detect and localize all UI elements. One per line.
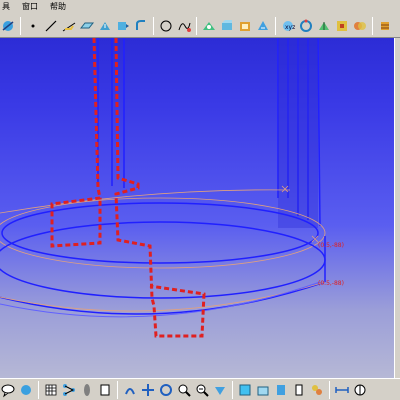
- pan-icon[interactable]: [122, 382, 138, 398]
- toolbar-separator: [372, 16, 373, 35]
- tree-icon[interactable]: [61, 382, 77, 398]
- spline-icon[interactable]: [176, 18, 192, 34]
- shaft-icon[interactable]: [115, 18, 131, 34]
- measure-between-icon[interactable]: [334, 382, 350, 398]
- chamfer-icon[interactable]: [201, 18, 217, 34]
- dashed-profile: [50, 38, 206, 338]
- circle-icon[interactable]: [158, 18, 174, 34]
- 3d-viewport[interactable]: (0.5,-88) (0.5,-88): [0, 38, 394, 378]
- pocket-icon[interactable]: [97, 18, 113, 34]
- thickness-icon[interactable]: [255, 18, 271, 34]
- toolbar-separator: [275, 16, 276, 35]
- toolbar-separator: [38, 380, 39, 399]
- svg-text:xyz: xyz: [285, 24, 295, 31]
- disc-base: [0, 221, 326, 318]
- sketch-icon[interactable]: [79, 382, 95, 398]
- fillet-icon[interactable]: [133, 18, 149, 34]
- cad-scene: [0, 38, 326, 338]
- annotation-right-bottom: (0.5,-88): [318, 280, 344, 287]
- toolbar-separator: [153, 16, 154, 35]
- bottom-toolbar: [0, 378, 400, 400]
- toolbar-separator: [196, 16, 197, 35]
- menu-window[interactable]: 窗口: [20, 0, 40, 14]
- polyline-icon[interactable]: [61, 18, 77, 34]
- annotation-right-top: (0.5,-88): [318, 242, 344, 249]
- scrollbar-strip[interactable]: [394, 38, 400, 378]
- normal-view-icon[interactable]: [212, 382, 228, 398]
- line-icon[interactable]: [43, 18, 59, 34]
- draft-icon[interactable]: [219, 18, 235, 34]
- scale-icon[interactable]: [334, 18, 350, 34]
- top-toolbar: xyz: [0, 14, 400, 38]
- shading-icon[interactable]: [237, 382, 253, 398]
- print-icon[interactable]: [18, 382, 34, 398]
- zoom-in-icon[interactable]: [176, 382, 192, 398]
- inertia-icon[interactable]: [352, 382, 368, 398]
- hole-icon[interactable]: xyz: [280, 18, 296, 34]
- grid-icon[interactable]: [43, 382, 59, 398]
- shell-icon[interactable]: [237, 18, 253, 34]
- thread-icon[interactable]: [377, 18, 393, 34]
- boolean-icon[interactable]: [352, 18, 368, 34]
- comment-icon[interactable]: [0, 382, 16, 398]
- rotate-icon[interactable]: [140, 382, 156, 398]
- fly-icon[interactable]: [97, 382, 113, 398]
- point-icon[interactable]: [25, 18, 41, 34]
- pattern-icon[interactable]: [298, 18, 314, 34]
- compass-icon[interactable]: [0, 18, 16, 34]
- menu-bar: 具 窗口 帮助: [0, 0, 400, 14]
- menu-help[interactable]: 帮助: [48, 0, 68, 14]
- pad-icon[interactable]: [79, 18, 95, 34]
- hide-show-icon[interactable]: [255, 382, 271, 398]
- measure-icon[interactable]: [291, 382, 307, 398]
- toolbar-separator: [20, 16, 21, 35]
- flange-top: [0, 189, 326, 269]
- iso-view-icon[interactable]: [158, 382, 174, 398]
- menu-tools[interactable]: 具: [0, 0, 12, 14]
- zoom-out-icon[interactable]: [194, 382, 210, 398]
- toolbar-separator: [232, 380, 233, 399]
- toolbar-separator: [329, 380, 330, 399]
- toolbar-separator: [117, 380, 118, 399]
- swap-icon[interactable]: [273, 382, 289, 398]
- catalog-icon[interactable]: [309, 382, 325, 398]
- mirror-icon[interactable]: [316, 18, 332, 34]
